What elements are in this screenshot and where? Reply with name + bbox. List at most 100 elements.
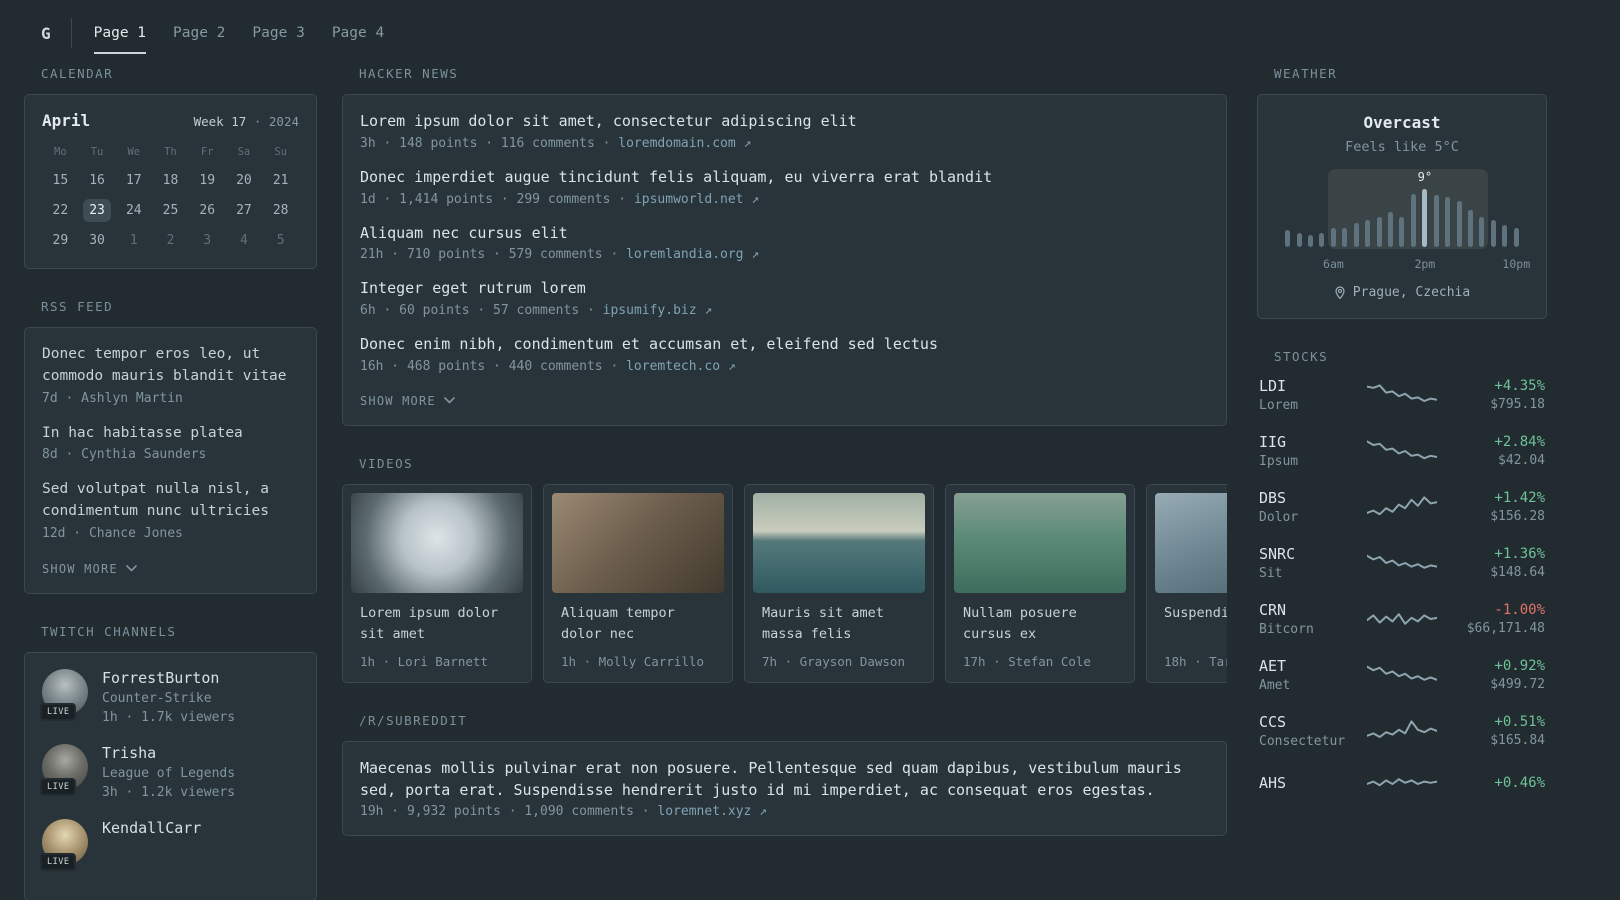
video-thumbnail[interactable]: [552, 492, 724, 593]
rss-item-title[interactable]: Donec tempor eros leo, ut commodo mauris…: [42, 344, 299, 388]
external-link-icon: ↗: [727, 358, 736, 374]
stock-symbol[interactable]: CRN: [1259, 601, 1367, 619]
stock-row: DBS Dolor +1.42% $156.28: [1259, 489, 1545, 525]
weather-bar: [1465, 189, 1476, 247]
stock-symbol[interactable]: DBS: [1259, 489, 1367, 507]
stocks-list: LDI Lorem +4.35% $795.18 IIG Ipsum +2.84…: [1257, 377, 1547, 799]
reddit-post-title[interactable]: Maecenas mollis pulvinar erat non posuer…: [360, 758, 1209, 802]
hn-show-more-button[interactable]: SHOW MORE: [360, 394, 455, 408]
calendar-day: 19: [199, 173, 216, 188]
hn-item-domain-link[interactable]: loremdomain.com ↗: [618, 136, 751, 151]
stock-symbol[interactable]: SNRC: [1259, 545, 1367, 563]
weather-bar: [1442, 189, 1453, 247]
video-thumbnail[interactable]: [1155, 492, 1227, 593]
twitch-widget: TWITCH CHANNELS LIVE ForrestBurton Count…: [24, 624, 317, 900]
stock-row: IIG Ipsum +2.84% $42.04: [1259, 433, 1545, 469]
rss-card: Donec tempor eros leo, ut commodo mauris…: [24, 327, 317, 594]
channel-name[interactable]: Trisha: [102, 744, 235, 762]
video-meta: 7h · Grayson Dawson: [762, 653, 905, 669]
stock-row: SNRC Sit +1.36% $148.64: [1259, 545, 1545, 581]
hn-item-title[interactable]: Integer eget rutrum lorem: [360, 278, 1209, 300]
channel-game: Counter-Strike: [102, 690, 212, 706]
stock-symbol[interactable]: AET: [1259, 657, 1367, 675]
weekday-header: Tu: [90, 146, 104, 158]
weather-feels-like: Feels like 5°C: [1345, 139, 1459, 155]
video-title[interactable]: Mauris sit amet massa felis: [762, 603, 916, 645]
reddit-post-domain-link[interactable]: loremnet.xyz ↗: [657, 804, 767, 819]
subreddit-card: Maecenas mollis pulvinar erat non posuer…: [342, 740, 1227, 837]
video-card[interactable]: Aliquam tempor dolor nec pharetra… 1h · …: [543, 483, 733, 683]
video-meta: 17h · Stefan Cole: [963, 653, 1091, 669]
rss-show-more-button[interactable]: SHOW MORE: [42, 562, 137, 576]
calendar-day: 25: [162, 203, 179, 218]
tab-page-3[interactable]: Page 3: [252, 12, 304, 54]
twitch-section-title: TWITCH CHANNELS: [41, 623, 177, 639]
reddit-post: Maecenas mollis pulvinar erat non posuer…: [360, 758, 1209, 820]
hn-item-domain-link[interactable]: loremlandia.org ↗: [626, 247, 759, 262]
hn-item-meta: 21h · 710 points · 579 comments · loreml…: [360, 247, 760, 263]
stock-symbol[interactable]: LDI: [1259, 377, 1367, 395]
weather-section-title: WEATHER: [1274, 66, 1338, 81]
stock-price: $165.84: [1490, 733, 1545, 748]
hn-item-domain-link[interactable]: ipsumify.biz ↗: [603, 303, 713, 318]
video-thumbnail[interactable]: [753, 492, 925, 593]
stock-price: $156.28: [1490, 509, 1545, 524]
calendar-day: 22: [52, 203, 69, 218]
video-meta: 18h · Tara: [1164, 653, 1227, 669]
channel-name[interactable]: KendallCarr: [102, 819, 201, 837]
video-title[interactable]: Aliquam tempor dolor nec pharetra…: [561, 603, 715, 645]
video-thumbnail[interactable]: [954, 492, 1126, 593]
stock-symbol[interactable]: CCS: [1259, 713, 1367, 731]
rss-item-title[interactable]: In hac habitasse platea: [42, 423, 299, 445]
rss-item-title[interactable]: Sed volutpat nulla nisl, a condimentum n…: [42, 479, 299, 523]
channel-name[interactable]: ForrestBurton: [102, 669, 235, 687]
tab-page-4[interactable]: Page 4: [332, 12, 384, 54]
video-title[interactable]: Suspendisse diam: [1164, 603, 1227, 645]
stock-row: AHS +0.46%: [1259, 769, 1545, 799]
external-link-icon: ↗: [743, 135, 752, 151]
weekday-header: Sa: [237, 146, 251, 158]
stock-symbol[interactable]: AHS: [1259, 774, 1367, 792]
stock-name: Amet: [1259, 678, 1291, 693]
hn-item: Integer eget rutrum lorem 6h · 60 points…: [360, 278, 1209, 318]
stock-change: +1.36%: [1494, 546, 1545, 562]
external-link-icon: ↗: [751, 191, 760, 207]
video-card[interactable]: Nullam posuere cursus ex 17h · Stefan Co…: [945, 483, 1135, 683]
video-card[interactable]: Suspendisse diam 18h · Tara: [1146, 483, 1227, 683]
stock-name: Ipsum: [1259, 454, 1299, 469]
hn-item: Aliquam nec cursus elit 21h · 710 points…: [360, 223, 1209, 263]
chevron-down-icon: [126, 565, 137, 572]
video-card[interactable]: Lorem ipsum dolor sit amet consectetu… 1…: [342, 483, 532, 683]
stock-change: +0.51%: [1494, 714, 1545, 730]
weather-bar: [1408, 189, 1419, 247]
stock-symbol[interactable]: IIG: [1259, 433, 1367, 451]
video-card[interactable]: Mauris sit amet massa felis 7h · Grayson…: [744, 483, 934, 683]
weekday-header: Fr: [200, 146, 214, 158]
video-title[interactable]: Lorem ipsum dolor sit amet consectetu…: [360, 603, 514, 645]
channel-info: KendallCarr: [102, 819, 201, 841]
hackernews-section-title: HACKER NEWS: [359, 66, 459, 81]
channel-game: League of Legends: [102, 765, 236, 781]
tab-page-1[interactable]: Page 1: [93, 12, 147, 54]
hn-item-domain-link[interactable]: ipsumworld.net ↗: [634, 192, 759, 207]
calendar-day: 20: [236, 173, 252, 188]
stock-row: AET Amet +0.92% $499.72: [1259, 657, 1545, 693]
hn-item-title[interactable]: Lorem ipsum dolor sit amet, consectetur …: [360, 111, 1209, 133]
stock-price: $66,171.48: [1466, 621, 1545, 636]
video-title[interactable]: Nullam posuere cursus ex: [963, 603, 1117, 645]
channel-avatar-wrap: LIVE: [40, 668, 88, 721]
hn-item-domain-link[interactable]: loremtech.co ↗: [626, 359, 736, 374]
hn-item-title[interactable]: Donec imperdiet augue tincidunt felis al…: [360, 167, 1209, 189]
hn-item-title[interactable]: Aliquam nec cursus elit: [360, 223, 1209, 245]
hn-item-title[interactable]: Donec enim nibh, condimentum et accumsan…: [360, 334, 1209, 356]
reddit-post-meta: 19h · 9,932 points · 1,090 comments · lo…: [360, 804, 767, 820]
weather-bar: [1373, 189, 1384, 247]
stock-row: LDI Lorem +4.35% $795.18: [1259, 377, 1545, 413]
calendar-day: 21: [272, 173, 289, 188]
hn-item-meta: 6h · 60 points · 57 comments · ipsumify.…: [360, 303, 713, 318]
rss-item: Sed volutpat nulla nisl, a condimentum n…: [42, 479, 299, 541]
weekday-header: We: [127, 146, 141, 158]
tab-page-2[interactable]: Page 2: [173, 12, 225, 54]
hn-item: Donec imperdiet augue tincidunt felis al…: [360, 167, 1209, 207]
video-thumbnail[interactable]: [351, 492, 523, 593]
